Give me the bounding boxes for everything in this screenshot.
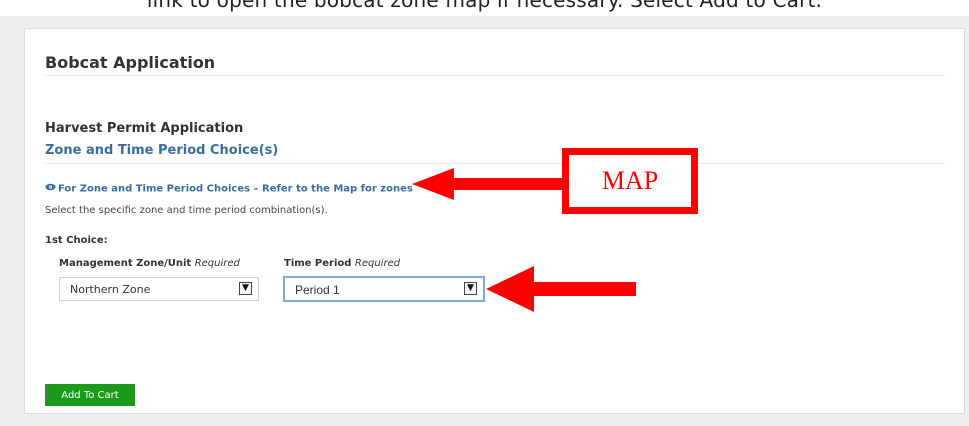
zone-label-text: Management Zone/Unit bbox=[59, 258, 192, 269]
chevron-down-icon[interactable]: ▼ bbox=[464, 282, 477, 295]
helper-text: Select the specific zone and time period… bbox=[45, 205, 328, 216]
period-label-text: Time Period bbox=[284, 258, 352, 269]
chevron-down-icon[interactable]: ▼ bbox=[239, 282, 252, 295]
section-title: Harvest Permit Application bbox=[45, 121, 244, 136]
required-marker: Required bbox=[194, 258, 240, 269]
period-select-value: Period 1 bbox=[295, 283, 340, 297]
period-field-label: Time Period Required bbox=[284, 258, 400, 269]
subsection-title: Zone and Time Period Choice(s) bbox=[45, 143, 279, 158]
map-annotation-label: MAP bbox=[601, 166, 659, 195]
eye-icon bbox=[45, 183, 56, 194]
map-link[interactable]: For Zone and Time Period Choices – Refer… bbox=[45, 183, 413, 195]
map-annotation-box: MAP bbox=[562, 148, 698, 214]
application-card: Bobcat Application Harvest Permit Applic… bbox=[24, 28, 965, 414]
divider bbox=[45, 75, 945, 76]
card-title: Bobcat Application bbox=[45, 53, 216, 72]
zone-select-value: Northern Zone bbox=[70, 283, 151, 296]
zone-select[interactable]: Northern Zone ▼ bbox=[59, 277, 259, 301]
map-link-label: For Zone and Time Period Choices – Refer… bbox=[58, 183, 413, 195]
add-to-cart-button[interactable]: Add To Cart bbox=[45, 384, 135, 406]
divider bbox=[45, 163, 945, 164]
required-marker: Required bbox=[354, 258, 401, 269]
annotation-arrow-icon bbox=[486, 266, 636, 312]
annotation-arrow-icon bbox=[412, 168, 564, 200]
zone-field-label: Management Zone/Unit Required bbox=[59, 258, 240, 269]
choice-label: 1st Choice: bbox=[45, 235, 108, 246]
period-select[interactable]: Period 1 ▼ bbox=[283, 276, 485, 302]
top-instruction: link to open the bobcat zone map if nece… bbox=[146, 0, 823, 12]
